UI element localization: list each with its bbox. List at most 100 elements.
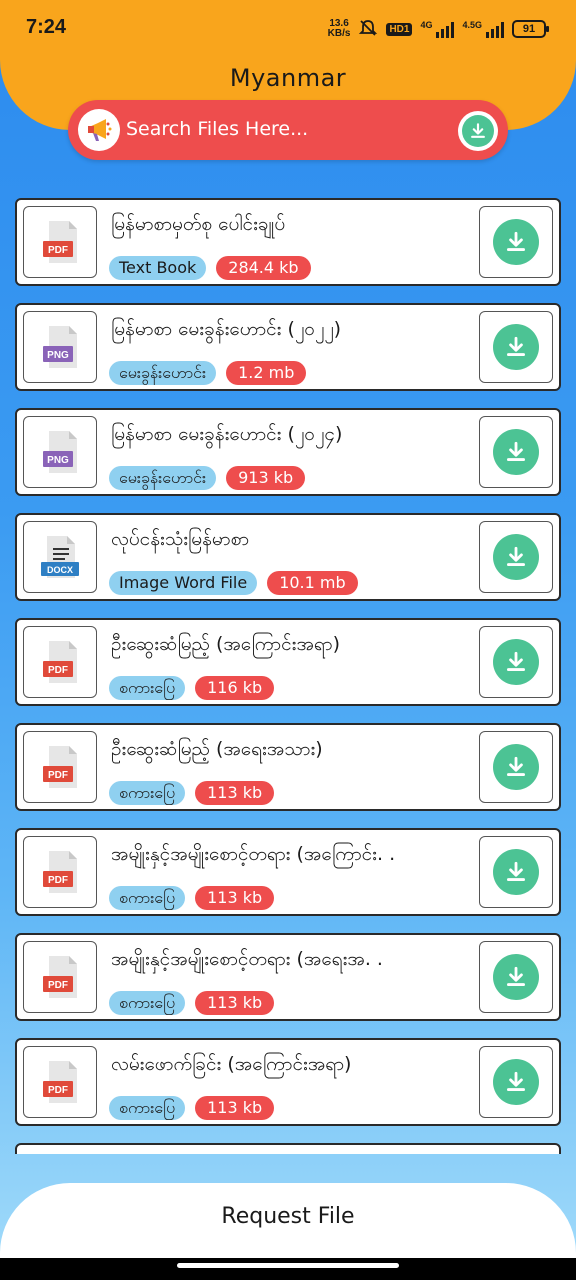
download-button[interactable] <box>479 311 553 383</box>
item-title: မြန်မာစာ မေးခွန်းဟောင်း (၂၀၂၂) <box>111 318 342 340</box>
download-icon[interactable] <box>493 954 539 1000</box>
category-tag: စကားပြေ <box>109 676 186 700</box>
download-icon[interactable] <box>493 219 539 265</box>
list-item[interactable]: PDF လမ်းဖောက်ခြင်း (အကြောင်းအရာ) စကားပြေ… <box>15 1038 561 1126</box>
category-tag: မေးခွန်းဟောင်း <box>109 361 217 385</box>
item-tags: စကားပြေ 113 kb <box>109 991 275 1015</box>
net-speed: 13.6 KB/s <box>327 18 351 39</box>
item-title: လုပ်ငန်းသုံးမြန်မာစာ <box>111 528 250 550</box>
download-button[interactable] <box>479 836 553 908</box>
download-button[interactable] <box>479 1046 553 1118</box>
category-tag: စကားပြေ <box>109 991 186 1015</box>
download-button[interactable] <box>479 416 553 488</box>
nav-bar <box>0 1258 576 1280</box>
svg-text:PDF: PDF <box>48 770 68 781</box>
download-button[interactable] <box>479 731 553 803</box>
item-title: ဦးဆွေးဆံမြည့် (အရေးအသား) <box>111 738 323 760</box>
svg-text:PDF: PDF <box>48 980 68 991</box>
pdf-file-icon: PDF <box>23 836 97 908</box>
size-tag: 113 kb <box>195 886 275 910</box>
item-title: ဦးဆွေးဆံမြည့် (အကြောင်းအရာ) <box>111 633 341 655</box>
home-indicator[interactable] <box>177 1263 399 1268</box>
category-tag: Image Word File <box>109 571 258 595</box>
download-button[interactable] <box>479 626 553 698</box>
signal-icon <box>486 20 504 38</box>
item-title: အမျိုးနှင့်အမျိုးစောင့်တရား (အကြောင်း. . <box>111 843 396 865</box>
mute-icon <box>358 18 378 41</box>
item-title: လမ်းဖောက်ခြင်း (အကြောင်းအရာ) <box>111 1053 352 1075</box>
item-tags: မေးခွန်းဟောင်း 913 kb <box>109 466 306 490</box>
download-icon[interactable] <box>493 744 539 790</box>
item-title: မြန်မာစာမှတ်စု ပေါင်းချုပ် <box>111 213 286 235</box>
item-tags: စကားပြေ 113 kb <box>109 781 275 805</box>
search-input[interactable]: Search Files Here... <box>126 118 308 140</box>
list-item[interactable]: PDF မြန်မာစာမှတ်စု ပေါင်းချုပ် Text Book… <box>15 198 561 286</box>
item-tags: စကားပြေ 113 kb <box>109 886 275 910</box>
download-icon[interactable] <box>493 429 539 475</box>
signal-label-2: 4.5G <box>462 20 482 30</box>
pdf-file-icon: PDF <box>23 626 97 698</box>
list-item[interactable]: DOCX လုပ်ငန်းသုံးမြန်မာစာ Image Word Fil… <box>15 513 561 601</box>
size-tag: 913 kb <box>226 466 306 490</box>
category-tag: စကားပြေ <box>109 886 186 910</box>
download-icon[interactable] <box>458 111 498 151</box>
download-icon[interactable] <box>493 324 539 370</box>
download-icon[interactable] <box>493 1059 539 1105</box>
page-title: Myanmar <box>229 64 347 92</box>
download-button[interactable] <box>479 521 553 593</box>
svg-text:PDF: PDF <box>48 1085 68 1096</box>
list-item[interactable]: PDF ဦးဆွေးဆံမြည့် (အကြောင်းအရာ) စကားပြေ … <box>15 618 561 706</box>
png-file-icon: PNG <box>23 311 97 383</box>
signal-icon <box>436 20 455 38</box>
item-title: မြန်မာစာ မေးခွန်းဟောင်း (၂၀၂၄) <box>111 423 343 445</box>
search-bar[interactable]: Search Files Here... <box>68 100 508 160</box>
download-icon[interactable] <box>493 849 539 895</box>
size-tag: 284.4 kb <box>216 256 311 280</box>
request-file-button[interactable]: Request File <box>0 1204 576 1229</box>
svg-text:DOCX: DOCX <box>47 565 73 575</box>
size-tag: 116 kb <box>195 676 275 700</box>
download-button[interactable] <box>479 941 553 1013</box>
png-file-icon: PNG <box>23 416 97 488</box>
signal-label-1: 4G <box>420 20 433 30</box>
item-tags: စကားပြေ 113 kb <box>109 1096 275 1120</box>
list-item[interactable]: PNG မြန်မာစာ မေးခွန်းဟောင်း (၂၀၂၂) မေးခွ… <box>15 303 561 391</box>
docx-file-icon: DOCX <box>23 521 97 593</box>
item-tags: Text Book 284.4 kb <box>109 256 311 280</box>
svg-text:PDF: PDF <box>48 245 68 256</box>
pdf-file-icon: PDF <box>23 941 97 1013</box>
category-tag: စကားပြေ <box>109 781 186 805</box>
item-tags: Image Word File 10.1 mb <box>109 571 358 595</box>
category-tag: စကားပြေ <box>109 1096 186 1120</box>
size-tag: 113 kb <box>195 1096 275 1120</box>
item-tags: စကားပြေ 116 kb <box>109 676 275 700</box>
category-tag: မေးခွန်းဟောင်း <box>109 466 217 490</box>
size-tag: 10.1 mb <box>267 571 358 595</box>
megaphone-icon[interactable] <box>78 109 120 151</box>
battery-icon: 91 <box>512 20 549 38</box>
download-icon[interactable] <box>493 534 539 580</box>
category-tag: Text Book <box>109 256 207 280</box>
size-tag: 113 kb <box>195 781 275 805</box>
pdf-file-icon: PDF <box>23 731 97 803</box>
download-icon[interactable] <box>493 639 539 685</box>
size-tag: 113 kb <box>195 991 275 1015</box>
item-title: အမျိုးနှင့်အမျိုးစောင့်တရား (အရေးအ. . <box>111 948 383 970</box>
list-item[interactable]: PDF အမျိုးနှင့်အမျိုးစောင့်တရား (အရေးအ. … <box>15 933 561 1021</box>
status-bar: 7:24 13.6 KB/s HD1 4G 4.5G 91 <box>0 0 576 56</box>
svg-text:PNG: PNG <box>47 455 69 466</box>
list-item[interactable]: PNG မြန်မာစာ မေးခွန်းဟောင်း (၂၀၂၄) မေးခွ… <box>15 408 561 496</box>
status-icons: 13.6 KB/s HD1 4G 4.5G 91 <box>327 16 549 42</box>
list-item[interactable]: PDF ဦးဆွေးဆံမြည့် (အရေးအသား) စကားပြေ 113… <box>15 723 561 811</box>
svg-text:PNG: PNG <box>47 350 69 361</box>
hd-badge: HD1 <box>386 22 413 36</box>
svg-text:PDF: PDF <box>48 665 68 676</box>
status-time: 7:24 <box>26 16 67 38</box>
item-tags: မေးခွန်းဟောင်း 1.2 mb <box>109 361 307 385</box>
file-list[interactable]: PDF မြန်မာစာမှတ်စု ပေါင်းချုပ် Text Book… <box>0 186 576 1154</box>
list-item-partial[interactable] <box>15 1143 561 1154</box>
list-item[interactable]: PDF အမျိုးနှင့်အမျိုးစောင့်တရား (အကြောင်… <box>15 828 561 916</box>
pdf-file-icon: PDF <box>23 206 97 278</box>
download-button[interactable] <box>479 206 553 278</box>
pdf-file-icon: PDF <box>23 1046 97 1118</box>
